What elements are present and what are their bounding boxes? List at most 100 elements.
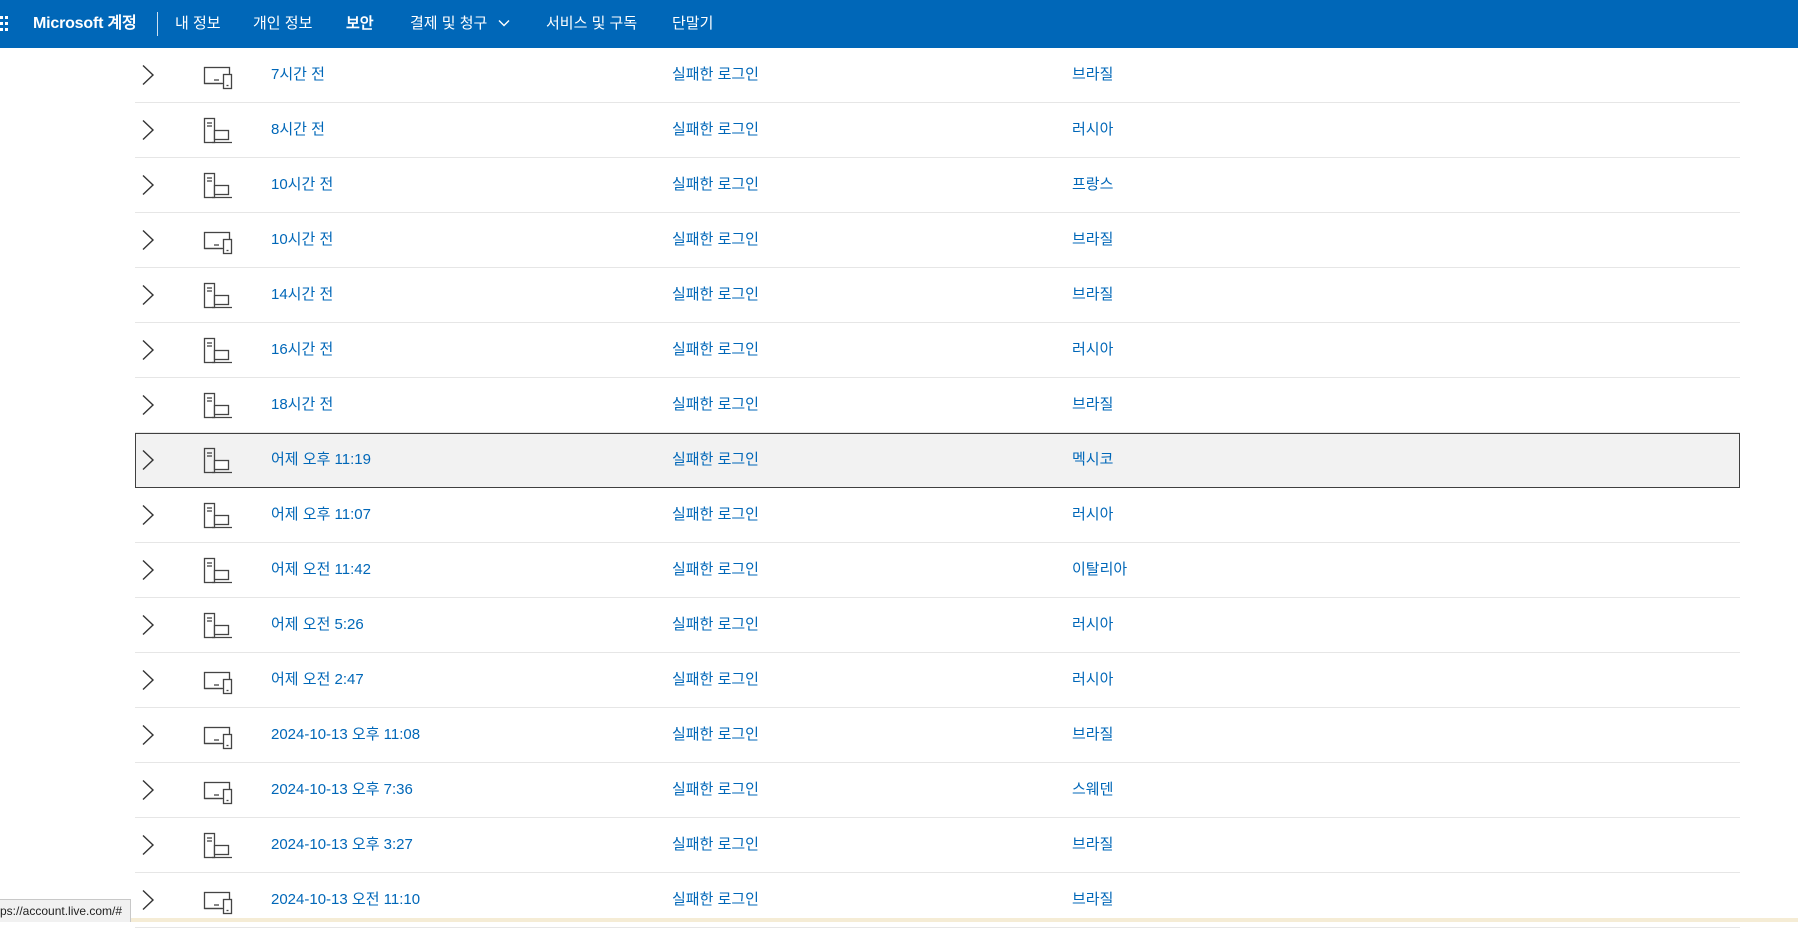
activity-time: 10시간 전 [271,176,334,193]
pc-laptop-icon [202,557,234,585]
activity-time: 어제 오전 2:47 [271,671,364,688]
activity-location: 이탈리아 [1072,561,1128,578]
nav-devices[interactable]: 단말기 [672,0,713,48]
activity-time: 2024-10-13 오후 3:27 [271,836,413,853]
activity-row[interactable]: 10시간 전 실패한 로그인 프랑스 [135,158,1740,213]
chevron-right-icon[interactable] [141,669,155,691]
activity-time: 14시간 전 [271,286,334,303]
nav-payment-billing[interactable]: 결제 및 청구 [410,0,510,48]
activity-location: 멕시코 [1072,451,1114,468]
activity-location: 러시아 [1072,506,1114,523]
mobile-desktop-icon [202,777,234,805]
pc-laptop-icon [202,447,234,475]
chevron-right-icon[interactable] [141,614,155,636]
activity-event: 실패한 로그인 [672,781,759,798]
activity-row[interactable]: 16시간 전 실패한 로그인 러시아 [135,323,1740,378]
chevron-right-icon[interactable] [141,724,155,746]
activity-location: 브라질 [1072,836,1114,853]
chevron-right-icon[interactable] [141,64,155,86]
activity-event: 실패한 로그인 [672,286,759,303]
chevron-right-icon[interactable] [141,119,155,141]
recent-activity-list: 7시간 전 실패한 로그인 브라질 8시간 전 실패한 로그인 러시아 10시간 전 실패한 … [135,48,1740,928]
activity-event: 실패한 로그인 [672,561,759,578]
chevron-right-icon[interactable] [141,174,155,196]
pc-laptop-icon [202,117,234,145]
app-launcher-icon[interactable] [0,16,8,32]
chevron-right-icon[interactable] [141,394,155,416]
activity-row[interactable]: 2024-10-13 오후 3:27 실패한 로그인 브라질 [135,818,1740,873]
activity-event: 실패한 로그인 [672,726,759,743]
pc-laptop-icon [202,612,234,640]
activity-location: 러시아 [1072,616,1114,633]
activity-location: 브라질 [1072,396,1114,413]
brand-divider [157,12,158,36]
pc-laptop-icon [202,502,234,530]
nav-personal-info[interactable]: 개인 정보 [253,0,312,48]
activity-location: 브라질 [1072,66,1114,83]
activity-event: 실패한 로그인 [672,396,759,413]
pc-laptop-icon [202,282,234,310]
bottom-edge [0,918,1798,922]
chevron-right-icon[interactable] [141,449,155,471]
pc-laptop-icon [202,392,234,420]
activity-location: 스웨덴 [1072,781,1114,798]
chevron-right-icon[interactable] [141,284,155,306]
brand-title[interactable]: Microsoft 계정 [33,0,137,48]
activity-row[interactable]: 7시간 전 실패한 로그인 브라질 [135,48,1740,103]
activity-time: 2024-10-13 오후 7:36 [271,781,413,798]
activity-event: 실패한 로그인 [672,836,759,853]
nav-security[interactable]: 보안 [346,0,374,48]
chevron-right-icon[interactable] [141,779,155,801]
activity-event: 실패한 로그인 [672,341,759,358]
nav-services-subscriptions[interactable]: 서비스 및 구독 [546,0,637,48]
activity-row[interactable]: 어제 오전 2:47 실패한 로그인 러시아 [135,653,1740,708]
chevron-down-icon [498,19,510,27]
activity-location: 프랑스 [1072,176,1114,193]
activity-event: 실패한 로그인 [672,176,759,193]
activity-row[interactable]: 10시간 전 실패한 로그인 브라질 [135,213,1740,268]
mobile-desktop-icon [202,62,234,90]
activity-row[interactable]: 8시간 전 실패한 로그인 러시아 [135,103,1740,158]
activity-row[interactable]: 14시간 전 실패한 로그인 브라질 [135,268,1740,323]
activity-location: 브라질 [1072,231,1114,248]
activity-row[interactable]: 어제 오전 5:26 실패한 로그인 러시아 [135,598,1740,653]
activity-location: 브라질 [1072,726,1114,743]
browser-status-url: ps://account.live.com/# [0,899,132,922]
activity-event: 실패한 로그인 [672,506,759,523]
chevron-right-icon[interactable] [141,504,155,526]
activity-event: 실패한 로그인 [672,451,759,468]
activity-row[interactable]: 어제 오후 11:07 실패한 로그인 러시아 [135,488,1740,543]
activity-location: 러시아 [1072,121,1114,138]
activity-row[interactable]: 어제 오후 11:19 실패한 로그인 멕시코 [135,433,1740,488]
pc-laptop-icon [202,172,234,200]
chevron-right-icon[interactable] [141,339,155,361]
activity-time: 16시간 전 [271,341,334,358]
chevron-right-icon[interactable] [141,559,155,581]
activity-time: 어제 오전 5:26 [271,616,364,633]
mobile-desktop-icon [202,667,234,695]
mobile-desktop-icon [202,887,234,915]
chevron-right-icon[interactable] [141,229,155,251]
activity-location: 러시아 [1072,671,1114,688]
activity-row[interactable]: 2024-10-13 오후 11:08 실패한 로그인 브라질 [135,708,1740,763]
activity-location: 러시아 [1072,341,1114,358]
activity-event: 실패한 로그인 [672,121,759,138]
activity-row[interactable]: 2024-10-13 오후 7:36 실패한 로그인 스웨덴 [135,763,1740,818]
activity-time: 7시간 전 [271,66,325,83]
mobile-desktop-icon [202,722,234,750]
top-navigation-bar: Microsoft 계정 내 정보 개인 정보 보안 결제 및 청구 서비스 및… [0,0,1798,48]
activity-event: 실패한 로그인 [672,616,759,633]
activity-time: 어제 오전 11:42 [271,561,371,578]
activity-row[interactable]: 어제 오전 11:42 실패한 로그인 이탈리아 [135,543,1740,598]
chevron-right-icon[interactable] [141,834,155,856]
activity-time: 8시간 전 [271,121,325,138]
activity-row[interactable]: 18시간 전 실패한 로그인 브라질 [135,378,1740,433]
nav-my-info[interactable]: 내 정보 [175,0,221,48]
mobile-desktop-icon [202,227,234,255]
chevron-right-icon[interactable] [141,889,155,911]
activity-time: 10시간 전 [271,231,334,248]
activity-event: 실패한 로그인 [672,671,759,688]
activity-event: 실패한 로그인 [672,231,759,248]
activity-time: 어제 오후 11:19 [271,451,371,468]
nav-payment-billing-label: 결제 및 청구 [410,15,488,32]
